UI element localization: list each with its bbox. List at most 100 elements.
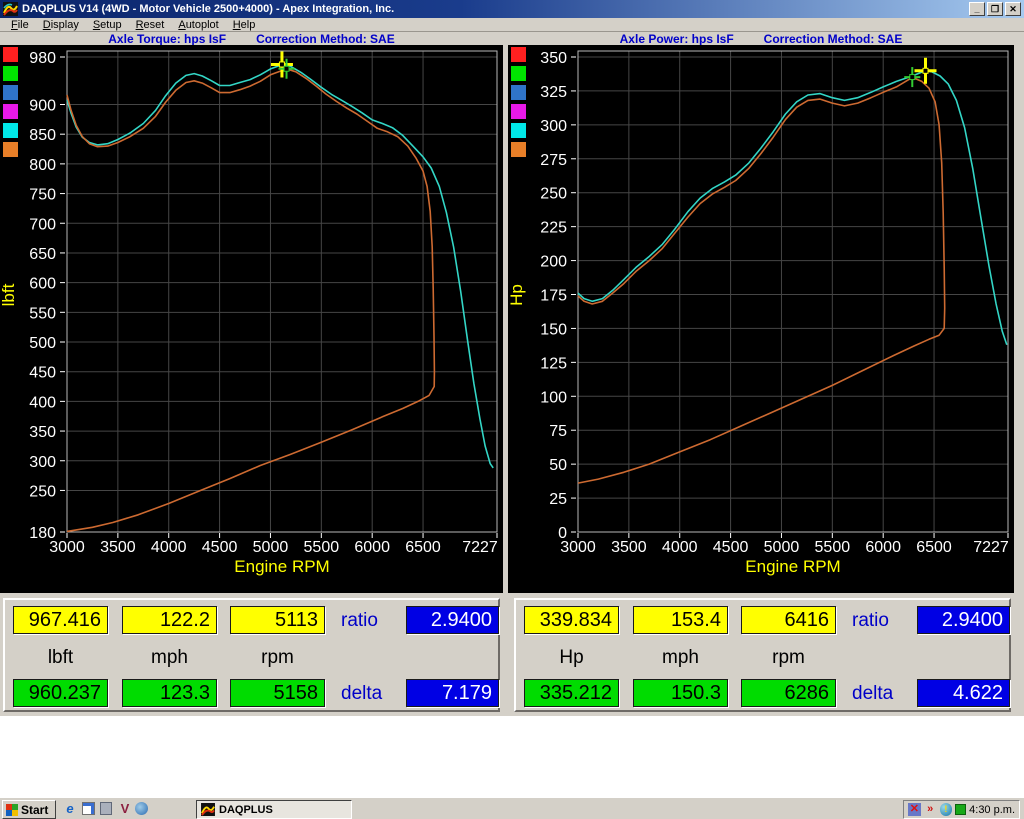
svg-text:6500: 6500 [405,539,441,556]
second-power-rpm: 6286 [741,679,836,707]
ratio-value: 2.9400 [917,606,1010,634]
svg-text:250: 250 [540,186,567,203]
channels-icon[interactable] [100,802,112,815]
svg-text:4000: 4000 [662,539,698,556]
svg-text:400: 400 [29,394,56,411]
svg-text:5000: 5000 [764,539,800,556]
window-title: DAQPLUS V14 (4WD - Motor Vehicle 2500+40… [22,3,394,15]
peak-torque-rpm: 5113 [230,606,325,634]
taskbar: Start e V DAQPLUS ✕ » ! 4:30 p.m. [0,797,1024,819]
svg-text:300: 300 [29,454,56,471]
recording-status-icon[interactable] [955,804,966,815]
menu-help[interactable]: Help [226,19,263,31]
svg-text:Engine RPM: Engine RPM [234,557,329,576]
svg-text:7227: 7227 [462,539,498,556]
svg-text:7227: 7227 [973,539,1009,556]
rpm-unit-label: rpm [741,647,836,669]
torque-correction-method: Correction Method: SAE [256,32,395,46]
start-label: Start [21,803,48,817]
svg-text:450: 450 [29,365,56,382]
close-button[interactable]: ✕ [1005,2,1021,16]
svg-text:500: 500 [29,335,56,352]
svg-text:5500: 5500 [815,539,851,556]
svg-text:100: 100 [540,389,567,406]
menu-reset[interactable]: Reset [129,19,172,31]
svg-text:3000: 3000 [49,539,85,556]
torque-chart[interactable]: 9809008508007507006506005505004504003503… [0,45,503,593]
svg-text:6500: 6500 [916,539,952,556]
svg-text:275: 275 [540,152,567,169]
second-torque-mph: 123.3 [122,679,217,707]
power-chart[interactable]: 3503253002752502252001751501251007550250… [508,45,1014,593]
restore-button[interactable]: ❐ [987,2,1003,16]
svg-text:350: 350 [29,424,56,441]
svg-text:75: 75 [549,423,567,440]
power-unit-label: Hp [524,647,619,669]
footer: A A’PEX i. ® Folder Run ID Date Dyna pac… [0,716,1024,797]
app-icon [3,2,18,16]
delta-value: 7.179 [406,679,499,707]
svg-text:175: 175 [540,288,567,305]
delta-label: delta [341,683,382,705]
delta-value: 4.622 [917,679,1010,707]
svg-text:125: 125 [540,355,567,372]
second-power-mph: 150.3 [633,679,728,707]
second-torque-rpm: 5158 [230,679,325,707]
peak-power-value: 339.834 [524,606,619,634]
torque-readout-panel: 967.416 122.2 5113 ratio 2.9400 lbft mph… [3,598,500,712]
svg-text:3500: 3500 [100,539,136,556]
svg-text:350: 350 [540,50,567,67]
second-power-value: 335.212 [524,679,619,707]
ie-icon[interactable]: e [62,801,78,817]
svg-text:25: 25 [549,491,567,508]
ratio-label: ratio [341,610,378,632]
torque-chart-title: Axle Torque: hps IsF [108,32,226,46]
svg-text:650: 650 [29,246,56,263]
ratio-value: 2.9400 [406,606,499,634]
svg-text:600: 600 [29,276,56,293]
svg-text:4500: 4500 [202,539,238,556]
svg-text:6000: 6000 [354,539,390,556]
svg-text:700: 700 [29,216,56,233]
fast-forward-icon[interactable]: » [924,803,937,816]
daqplus-task-button[interactable]: DAQPLUS [196,800,352,819]
show-desktop-icon[interactable] [82,802,95,815]
svg-text:225: 225 [540,220,567,237]
network-error-icon[interactable]: ✕ [908,803,921,816]
daqplus-task-icon [201,803,215,816]
messenger-icon[interactable] [135,802,148,815]
menu-display[interactable]: Display [36,19,86,31]
menu-bar: File Display Setup Reset Autoplot Help [0,18,1024,31]
media-icon[interactable]: V [117,801,133,817]
menu-setup[interactable]: Setup [86,19,129,31]
svg-text:5000: 5000 [253,539,289,556]
mph-unit-label: mph [633,647,728,669]
svg-text:200: 200 [540,254,567,271]
svg-text:4000: 4000 [151,539,187,556]
svg-text:550: 550 [29,305,56,322]
system-tray: ✕ » ! 4:30 p.m. [903,800,1020,819]
svg-text:300: 300 [540,118,567,135]
delta-label: delta [852,683,893,705]
status-globe-icon[interactable]: ! [940,803,953,816]
svg-text:3500: 3500 [611,539,647,556]
title-bar[interactable]: DAQPLUS V14 (4WD - Motor Vehicle 2500+40… [0,0,1024,18]
start-button[interactable]: Start [2,800,56,819]
second-torque-value: 960.237 [13,679,108,707]
svg-text:6000: 6000 [865,539,901,556]
svg-text:750: 750 [29,187,56,204]
menu-file[interactable]: File [4,19,36,31]
svg-text:325: 325 [540,84,567,101]
svg-text:5500: 5500 [304,539,340,556]
peak-power-mph: 153.4 [633,606,728,634]
chart-header-strip: Axle Torque: hps IsF Correction Method: … [0,31,1024,45]
ratio-label: ratio [852,610,889,632]
peak-power-rpm: 6416 [741,606,836,634]
menu-autoplot[interactable]: Autoplot [171,19,225,31]
torque-unit-label: lbft [13,647,108,669]
peak-torque-mph: 122.2 [122,606,217,634]
power-chart-title: Axle Power: hps IsF [620,32,734,46]
clock[interactable]: 4:30 p.m. [969,804,1015,816]
minimize-button[interactable]: _ [969,2,985,16]
svg-text:Engine RPM: Engine RPM [745,557,840,576]
